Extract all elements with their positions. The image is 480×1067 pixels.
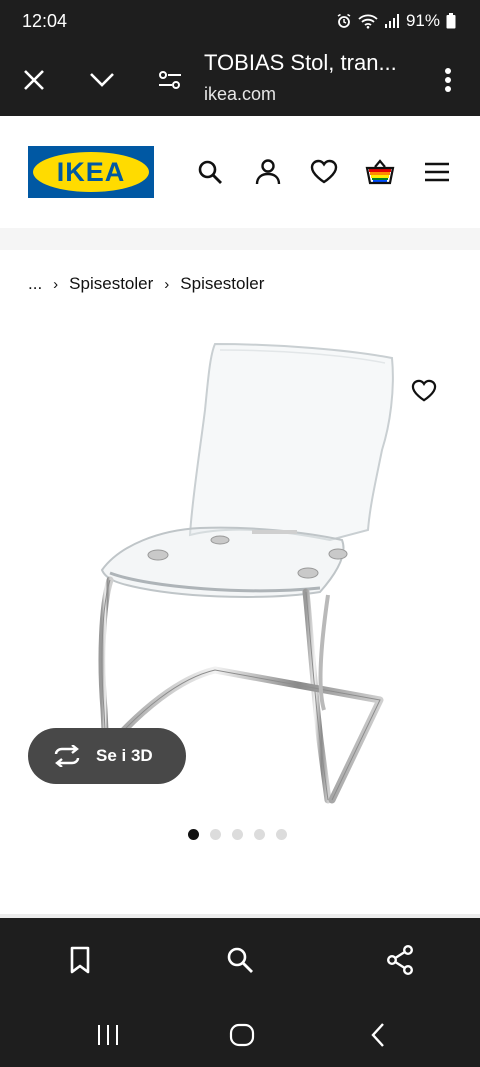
carousel-dot[interactable] [254, 829, 265, 840]
view-in-3d-button[interactable]: Se i 3D [28, 728, 186, 784]
battery-percent: 91% [405, 11, 440, 30]
logo-text: IKEA [57, 157, 126, 187]
page-settings-icon[interactable] [152, 62, 188, 98]
back-icon[interactable] [362, 1019, 394, 1051]
heart-icon[interactable] [308, 156, 340, 188]
basket-icon[interactable] [364, 156, 396, 188]
user-icon[interactable] [252, 156, 284, 188]
status-bar: 12:04 91% [0, 0, 480, 44]
search-icon[interactable] [194, 156, 226, 188]
breadcrumb-item-current[interactable]: Spisestoler [180, 274, 264, 294]
carousel-dot[interactable] [210, 829, 221, 840]
breadcrumb-ellipsis[interactable]: ... [28, 274, 42, 294]
carousel-dot[interactable] [276, 829, 287, 840]
bookmark-icon[interactable] [60, 940, 100, 980]
browser-bottom-toolbar [0, 918, 480, 1003]
status-time: 12:04 [22, 11, 68, 31]
battery-icon [446, 13, 456, 29]
browser-custom-tab-bar: TOBIAS Stol, tran... ikea.com [0, 44, 480, 116]
alarm-icon [336, 13, 352, 29]
recent-apps-icon[interactable] [92, 1019, 124, 1051]
share-icon[interactable] [380, 940, 420, 980]
hamburger-menu-icon[interactable] [421, 156, 453, 188]
page-url: ikea.com [204, 84, 277, 104]
system-navigation-bar [0, 1003, 480, 1067]
breadcrumb-separator: › [164, 275, 170, 293]
home-icon[interactable] [226, 1019, 258, 1051]
view-in-3d-label: Se i 3D [96, 746, 153, 765]
notice-strip [0, 228, 480, 250]
search-icon[interactable] [220, 940, 260, 980]
site-header: IKEA [0, 116, 480, 228]
breadcrumb-item[interactable]: Spisestoler [69, 274, 153, 294]
carousel-dot-active[interactable] [188, 829, 199, 840]
wifi-icon [358, 13, 378, 29]
heart-icon [411, 379, 437, 402]
signal-icon [384, 13, 400, 29]
add-to-favourites-button[interactable] [405, 372, 443, 410]
carousel-indicator [188, 829, 287, 840]
page-title: TOBIAS Stol, tran... [204, 50, 397, 75]
ikea-logo[interactable]: IKEA [28, 146, 154, 198]
close-icon[interactable] [16, 62, 52, 98]
carousel-dot[interactable] [232, 829, 243, 840]
status-icons: 91% [336, 11, 456, 31]
breadcrumb: ... › Spisestoler › Spisestoler [28, 274, 264, 294]
rotate-3d-icon [54, 745, 80, 767]
more-vert-icon[interactable] [430, 62, 466, 98]
chevron-down-icon[interactable] [84, 62, 120, 98]
breadcrumb-separator: › [53, 275, 59, 293]
